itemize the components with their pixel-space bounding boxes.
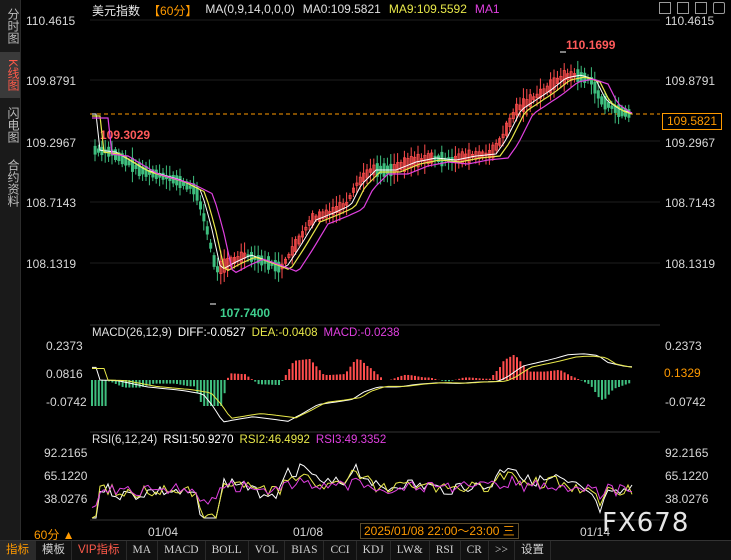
lw-button[interactable]: LW&	[391, 541, 430, 560]
candle-body	[188, 185, 192, 189]
settings-button[interactable]: 设置	[515, 541, 551, 560]
ma-button[interactable]: MA	[127, 541, 159, 560]
x-tick: 01/04	[148, 525, 179, 539]
candle-body	[93, 145, 97, 155]
watermark-logo: FX678	[602, 508, 690, 538]
x-tick: 01/08	[293, 525, 324, 539]
candle-body	[178, 176, 182, 188]
candle-body	[127, 160, 131, 166]
candle-body	[249, 251, 253, 262]
boll-button[interactable]: BOLL	[206, 541, 249, 560]
candle-body	[212, 255, 216, 267]
dea-line	[92, 355, 633, 419]
macd-panel	[91, 353, 633, 423]
rsi-button[interactable]: RSI	[430, 541, 461, 560]
indicator-tab[interactable]: 指标	[0, 541, 36, 560]
candle-body	[137, 161, 141, 177]
candle-body	[579, 72, 583, 82]
candle-body	[273, 260, 277, 272]
candle-body	[202, 213, 206, 222]
vol-button[interactable]: VOL	[249, 541, 286, 560]
cr-button[interactable]: CR	[461, 541, 489, 560]
candle-body	[198, 201, 202, 210]
bias-button[interactable]: BIAS	[285, 541, 325, 560]
candle-body	[266, 256, 270, 270]
candle-body	[134, 164, 138, 170]
candle-body	[620, 106, 624, 117]
candle-body	[593, 81, 597, 94]
kline-chart[interactable]	[0, 0, 731, 540]
candle-body	[205, 226, 209, 235]
rsi-panel	[91, 463, 633, 519]
kdj-button[interactable]: KDJ	[357, 541, 391, 560]
indicator-toolbar: 指标 模板 VIP指标 MA MACD BOLL VOL BIAS CCI KD…	[0, 540, 731, 560]
chart-grid	[90, 19, 660, 521]
cursor-time-label: 2025/01/08 22:00～23:00 三	[360, 523, 519, 539]
candle-body	[596, 90, 600, 99]
candle-body	[97, 148, 101, 153]
candle-body	[215, 266, 219, 273]
cci-button[interactable]: CCI	[324, 541, 357, 560]
candle-body	[209, 242, 213, 249]
candle-body	[277, 261, 281, 273]
macd-button[interactable]: MACD	[158, 541, 206, 560]
vip-indicator-tab[interactable]: VIP指标	[72, 541, 127, 560]
candle-body	[600, 96, 604, 105]
candle-body	[610, 105, 614, 109]
template-tab[interactable]: 模板	[36, 541, 72, 560]
candle-body	[617, 104, 621, 117]
candle-body	[607, 102, 611, 108]
candle-body	[130, 157, 134, 172]
more-button[interactable]: >>	[489, 541, 515, 560]
